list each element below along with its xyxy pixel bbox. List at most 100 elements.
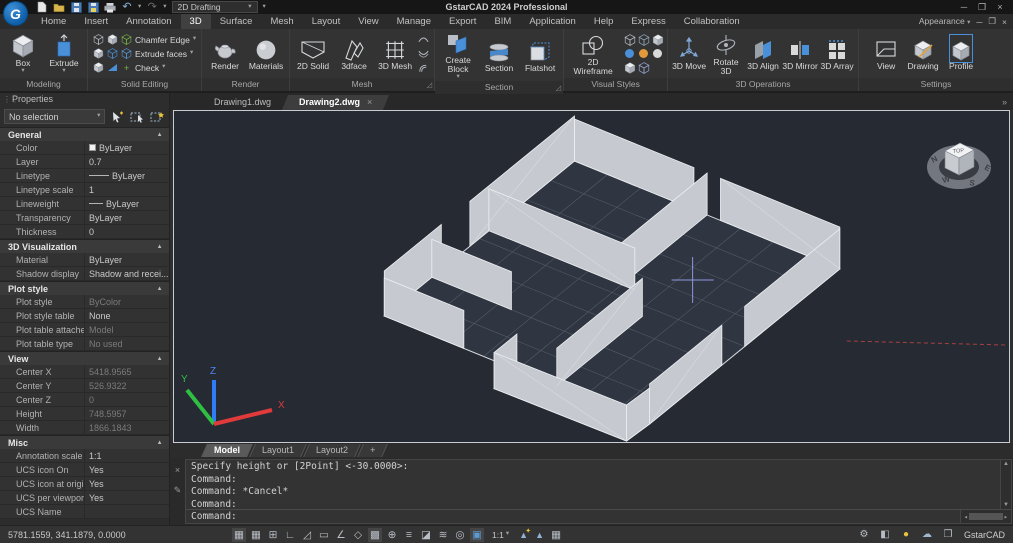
toggle-pickadd-icon[interactable] (109, 109, 125, 124)
tab-surface[interactable]: Surface (211, 14, 262, 29)
customize-commandline-icon[interactable]: ✎ (174, 485, 182, 496)
annotation-scale-control[interactable]: 1:1 ▾ (492, 530, 509, 540)
3dface-button[interactable]: 3dface (334, 36, 374, 71)
2d-wireframe-button[interactable]: 2D Wireframe (567, 32, 619, 76)
tab-express[interactable]: Express (622, 14, 674, 29)
revolved-surface-icon[interactable] (418, 33, 429, 44)
appearance-menu[interactable]: Appearance ▾ (919, 16, 970, 27)
quick-view-grid-icon[interactable]: ▦ (549, 528, 563, 542)
clean-screen-icon[interactable]: ❒ (941, 528, 955, 542)
tab-help[interactable]: Help (585, 14, 623, 29)
box-button[interactable]: Box ▾ (3, 33, 43, 74)
snap-mode-icon[interactable]: ▦ (249, 528, 263, 542)
rotate-3d-button[interactable]: Rotate 3D (708, 32, 744, 76)
view-cube[interactable]: N W S E TOP (921, 125, 999, 197)
qat-customize-icon[interactable]: ▾ (263, 4, 266, 11)
3d-object-snap-icon[interactable]: ▩ (368, 528, 382, 542)
coordinates-display[interactable]: 5781.1559, 341.1879, 0.0000 (8, 530, 158, 540)
restore-button[interactable]: ❐ (975, 0, 989, 14)
style-shaded-icon[interactable] (651, 33, 664, 46)
chamfer-edge-button[interactable]: Chamfer Edge ▾ (93, 34, 196, 45)
tab-drawing2[interactable]: Drawing2.dwg× (285, 95, 386, 110)
3d-array-button[interactable]: 3D Array (819, 36, 855, 71)
tab-add-layout[interactable]: + (360, 444, 385, 457)
extrude-button[interactable]: Extrude ▾ (44, 33, 84, 74)
profile-button[interactable]: Profile (943, 36, 979, 71)
scroll-right-icon[interactable]: ▸ (1004, 513, 1008, 521)
2d-solid-button[interactable]: 2D Solid (293, 36, 333, 71)
section-3d-visualization[interactable]: 3D Visualization▲ (0, 239, 169, 253)
tab-layout2[interactable]: Layout2 (306, 444, 358, 457)
tab-model[interactable]: Model (204, 444, 250, 457)
tab-drawing1[interactable]: Drawing1.dwg (200, 95, 285, 110)
mesh-launcher-icon[interactable]: ◿ (427, 79, 432, 92)
selection-dropdown[interactable]: No selection ▾ (4, 109, 105, 124)
3d-move-button[interactable]: 3D Move (671, 36, 707, 71)
3d-mesh-button[interactable]: 3D Mesh (375, 36, 415, 71)
redo-caret-icon[interactable]: ▾ (163, 4, 166, 11)
lineweight-icon[interactable]: ≡ (402, 528, 416, 542)
tab-annotation[interactable]: Annotation (117, 14, 180, 29)
tab-collaboration[interactable]: Collaboration (675, 14, 749, 29)
snap-grid-icon[interactable]: ⊞ (266, 528, 280, 542)
close-commandline-icon[interactable]: × (175, 465, 180, 475)
selection-cycling-icon[interactable]: ◎ (453, 528, 467, 542)
open-file-icon[interactable] (53, 1, 65, 13)
3d-mirror-button[interactable]: 3D Mirror (782, 36, 818, 71)
tab-insert[interactable]: Insert (75, 14, 117, 29)
new-file-icon[interactable] (36, 1, 48, 13)
section-launcher-icon[interactable]: ◿ (556, 82, 561, 95)
select-objects-icon[interactable] (129, 109, 145, 124)
ribbon-close-icon[interactable]: × (1002, 17, 1007, 27)
snap-marker-icon[interactable]: ◇ (351, 528, 365, 542)
save-as-icon[interactable] (87, 1, 99, 13)
workspace-dropdown[interactable]: 2D Drafting ▾ (172, 1, 258, 13)
materials-button[interactable]: Materials (246, 36, 286, 71)
check-button[interactable]: + Check ▾ (93, 62, 196, 73)
lock-ui-icon[interactable]: ◧ (878, 528, 892, 542)
tab-view[interactable]: View (349, 14, 387, 29)
scroll-down-icon[interactable]: ▼ (1003, 502, 1009, 508)
style-gray-icon[interactable] (623, 61, 636, 74)
command-scrollbar[interactable]: ▲ ▼ (1000, 460, 1011, 509)
tab-layout1[interactable]: Layout1 (252, 444, 304, 457)
section-view[interactable]: View▲ (0, 351, 169, 365)
workspace-switch-icon[interactable]: ▣ (470, 528, 484, 542)
flatshot-button[interactable]: Flatshot (520, 38, 560, 73)
object-snap-tracking-icon[interactable]: ⊕ (385, 528, 399, 542)
style-conceptual-icon[interactable] (637, 47, 650, 60)
section-general[interactable]: General▲ (0, 127, 169, 141)
tab-3d[interactable]: 3D (181, 14, 211, 29)
scroll-up-icon[interactable]: ▲ (1003, 461, 1009, 467)
undo-icon[interactable]: ↶ (122, 2, 131, 13)
ribbon-restore-icon[interactable]: ❐ (988, 16, 996, 27)
minimize-button[interactable]: ─ (957, 0, 971, 14)
panel-grip-icon[interactable]: ⋮⋮ (3, 93, 19, 106)
tab-manage[interactable]: Manage (388, 14, 440, 29)
model-viewport[interactable]: N W S E TOP Z Y X (173, 110, 1010, 443)
section-button[interactable]: Section (479, 38, 519, 73)
annotation-visibility-icon[interactable]: ▲✦ (517, 530, 530, 540)
hardware-acceleration-icon[interactable]: ● (899, 528, 913, 542)
tab-application[interactable]: Application (520, 14, 584, 29)
save-icon[interactable] (70, 1, 82, 13)
view-settings-button[interactable]: View (869, 36, 903, 71)
style-realistic-icon[interactable] (623, 47, 636, 60)
style-xray-icon[interactable] (651, 47, 664, 60)
create-block-button[interactable]: Create Block ▾ (438, 30, 478, 80)
edge-surface-icon[interactable] (418, 48, 429, 59)
style-sketchy-icon[interactable] (637, 61, 650, 74)
settings-gear-icon[interactable]: ⚙ (857, 528, 871, 542)
ruled-surface-icon[interactable] (418, 63, 429, 74)
style-hidden-icon[interactable] (637, 33, 650, 46)
undo-caret-icon[interactable]: ▾ (138, 4, 141, 11)
shadow-icon[interactable]: ≋ (436, 528, 450, 542)
command-hscrollbar[interactable]: ◂ ▸ (960, 510, 1011, 523)
ortho-mode-icon[interactable]: ∟ (283, 528, 297, 542)
style-wireframe-icon[interactable] (623, 33, 636, 46)
section-misc[interactable]: Misc▲ (0, 435, 169, 449)
section-plot-style[interactable]: Plot style▲ (0, 281, 169, 295)
tab-home[interactable]: Home (32, 14, 75, 29)
tab-layout[interactable]: Layout (303, 14, 350, 29)
close-tab-icon[interactable]: × (367, 97, 372, 107)
